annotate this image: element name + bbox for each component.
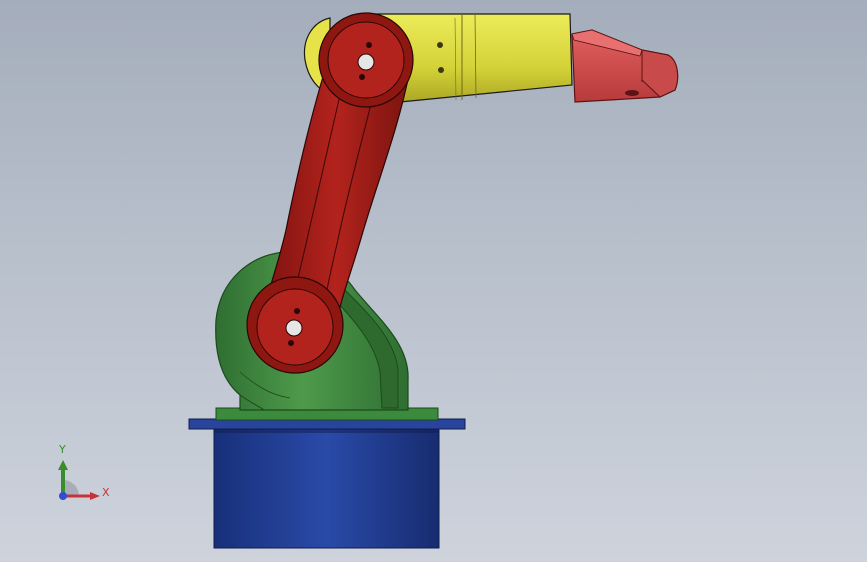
x-axis-arrowhead bbox=[90, 492, 100, 500]
forearm-bolt bbox=[437, 42, 443, 48]
z-axis-dot bbox=[59, 492, 67, 500]
upper-arm[interactable] bbox=[246, 12, 414, 374]
x-axis-label: X bbox=[102, 486, 110, 499]
forearm-bolt bbox=[438, 67, 444, 73]
shoulder-joint-bolt bbox=[288, 340, 294, 346]
gripper-hole bbox=[625, 90, 639, 96]
reference-triad: Y X bbox=[50, 440, 120, 510]
y-axis-label: Y bbox=[59, 443, 66, 456]
base-pedestal[interactable] bbox=[188, 418, 466, 549]
base-cylinder bbox=[213, 425, 440, 549]
y-axis-arrowhead bbox=[58, 460, 68, 470]
elbow-joint-pin bbox=[357, 53, 375, 71]
elbow-joint-bolt bbox=[366, 42, 372, 48]
elbow-joint-bolt bbox=[359, 74, 365, 80]
shoulder-joint-pin bbox=[285, 319, 303, 337]
base-flange-shadow bbox=[214, 429, 439, 433]
3d-viewport[interactable]: Y X bbox=[0, 0, 867, 562]
robot-arm-model[interactable] bbox=[0, 0, 867, 562]
end-effector-gripper[interactable] bbox=[571, 29, 679, 103]
shoulder-joint-bolt bbox=[294, 308, 300, 314]
